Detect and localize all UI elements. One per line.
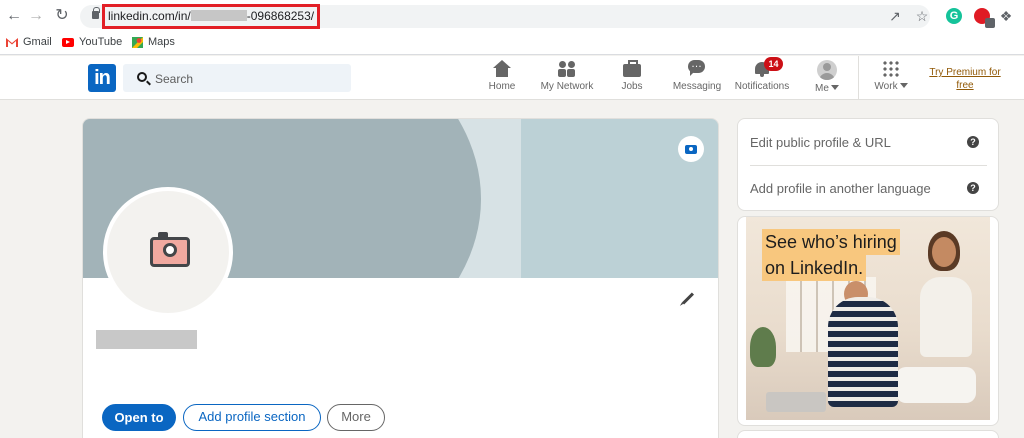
add-profile-section-button[interactable]: Add profile section (183, 404, 321, 431)
nav-messaging[interactable]: Messaging (670, 60, 724, 98)
nav-jobs[interactable]: Jobs (616, 60, 648, 98)
youtube-icon (62, 37, 74, 47)
grammarly-extension-icon[interactable]: G (946, 8, 962, 24)
ad-headline-line: on LinkedIn. (762, 255, 867, 281)
profile-card: Open to Add profile section More (82, 118, 719, 438)
bookmark-maps[interactable]: Maps (132, 36, 175, 48)
reload-icon[interactable]: ↻ (52, 6, 72, 26)
bookmark-gmail[interactable]: Gmail (6, 36, 52, 48)
help-icon[interactable]: ? (967, 136, 979, 148)
search-icon (137, 72, 147, 82)
nav-notifications[interactable]: 14 Notifications (733, 57, 791, 98)
linkedin-global-nav: in Search Home My Network Jobs Messaging… (0, 56, 1024, 100)
url-redacted (190, 10, 247, 21)
search-placeholder: Search (155, 72, 194, 86)
nav-label: Messaging (672, 81, 722, 92)
extension-icon[interactable] (974, 8, 995, 28)
bookmark-label: Gmail (23, 36, 52, 48)
network-icon (557, 60, 577, 78)
nav-home[interactable]: Home (485, 60, 519, 98)
ad-person (920, 277, 972, 357)
home-icon (492, 60, 512, 78)
ad-person-legs (896, 367, 976, 403)
maps-icon (132, 36, 143, 48)
open-to-button[interactable]: Open to (102, 404, 176, 431)
notification-badge: 14 (764, 57, 783, 71)
ad-plant (750, 327, 776, 367)
nav-label: Notifications (734, 81, 790, 92)
help-icon[interactable]: ? (967, 182, 979, 194)
bookmarks-bar: Gmail YouTube Maps (0, 33, 1024, 55)
ad-person-head (932, 237, 956, 267)
try-premium-link[interactable]: Try Premium for free (924, 66, 1006, 92)
url-text[interactable]: linkedin.com/in/ -096868253/ (108, 9, 314, 23)
puzzle-extensions-icon[interactable]: ❖ (998, 8, 1014, 24)
add-profile-language-link[interactable]: Add profile in another language ? (750, 181, 987, 196)
search-input[interactable]: Search (123, 64, 351, 92)
nav-label: Work (874, 81, 898, 92)
nav-work[interactable]: Work (872, 60, 910, 98)
edit-banner-camera-icon[interactable] (678, 136, 704, 162)
browser-toolbar: ← → ↻ linkedin.com/in/-096868253/ ↗ ☆ G … (0, 0, 1024, 33)
ad-image: See who’s hiring on LinkedIn. (746, 217, 990, 420)
nav-label: Jobs (621, 81, 643, 92)
nav-divider (858, 56, 859, 100)
more-button[interactable]: More (327, 404, 385, 431)
ad-card[interactable]: See who’s hiring on LinkedIn. (737, 216, 999, 426)
ad-person (828, 297, 898, 407)
messaging-icon (687, 60, 707, 78)
nav-my-network[interactable]: My Network (538, 60, 596, 98)
url-suffix: -096868253/ (246, 9, 315, 23)
back-icon[interactable]: ← (4, 6, 24, 26)
sidebar-row-label: Add profile in another language (750, 181, 931, 196)
bookmark-star-icon[interactable]: ☆ (914, 8, 930, 24)
share-icon[interactable]: ↗ (887, 8, 903, 24)
sidebar-row-label: Edit public profile & URL (750, 135, 891, 150)
grid-icon (882, 60, 900, 78)
avatar-icon (817, 60, 837, 80)
bell-icon: 14 (752, 57, 783, 78)
ad-laptop (766, 392, 826, 412)
nav-me[interactable]: Me (810, 60, 844, 98)
nav-label: Me (815, 83, 829, 94)
edit-pencil-icon[interactable] (681, 292, 695, 305)
edit-public-profile-link[interactable]: Edit public profile & URL ? (750, 135, 987, 166)
profile-photo[interactable] (103, 187, 233, 317)
profile-settings-card: Edit public profile & URL ? Add profile … (737, 118, 999, 211)
profile-name-redacted (96, 330, 197, 349)
nav-label: My Network (540, 81, 594, 92)
linkedin-logo[interactable]: in (88, 64, 116, 92)
nav-label: Home (488, 81, 516, 92)
lock-icon (92, 7, 100, 19)
bookmark-youtube[interactable]: YouTube (62, 36, 122, 48)
bookmark-label: YouTube (79, 36, 123, 48)
jobs-icon (622, 60, 642, 78)
next-card (737, 430, 999, 438)
forward-icon[interactable]: → (26, 6, 46, 26)
url-prefix: linkedin.com/in/ (108, 9, 191, 23)
caret-down-icon (830, 85, 839, 90)
bookmark-label: Maps (148, 36, 175, 48)
caret-down-icon (899, 83, 908, 88)
camera-icon (150, 232, 190, 267)
gmail-icon (6, 37, 18, 47)
ad-headline-line: See who’s hiring (762, 229, 900, 255)
ad-headline: See who’s hiring on LinkedIn. (762, 229, 900, 281)
